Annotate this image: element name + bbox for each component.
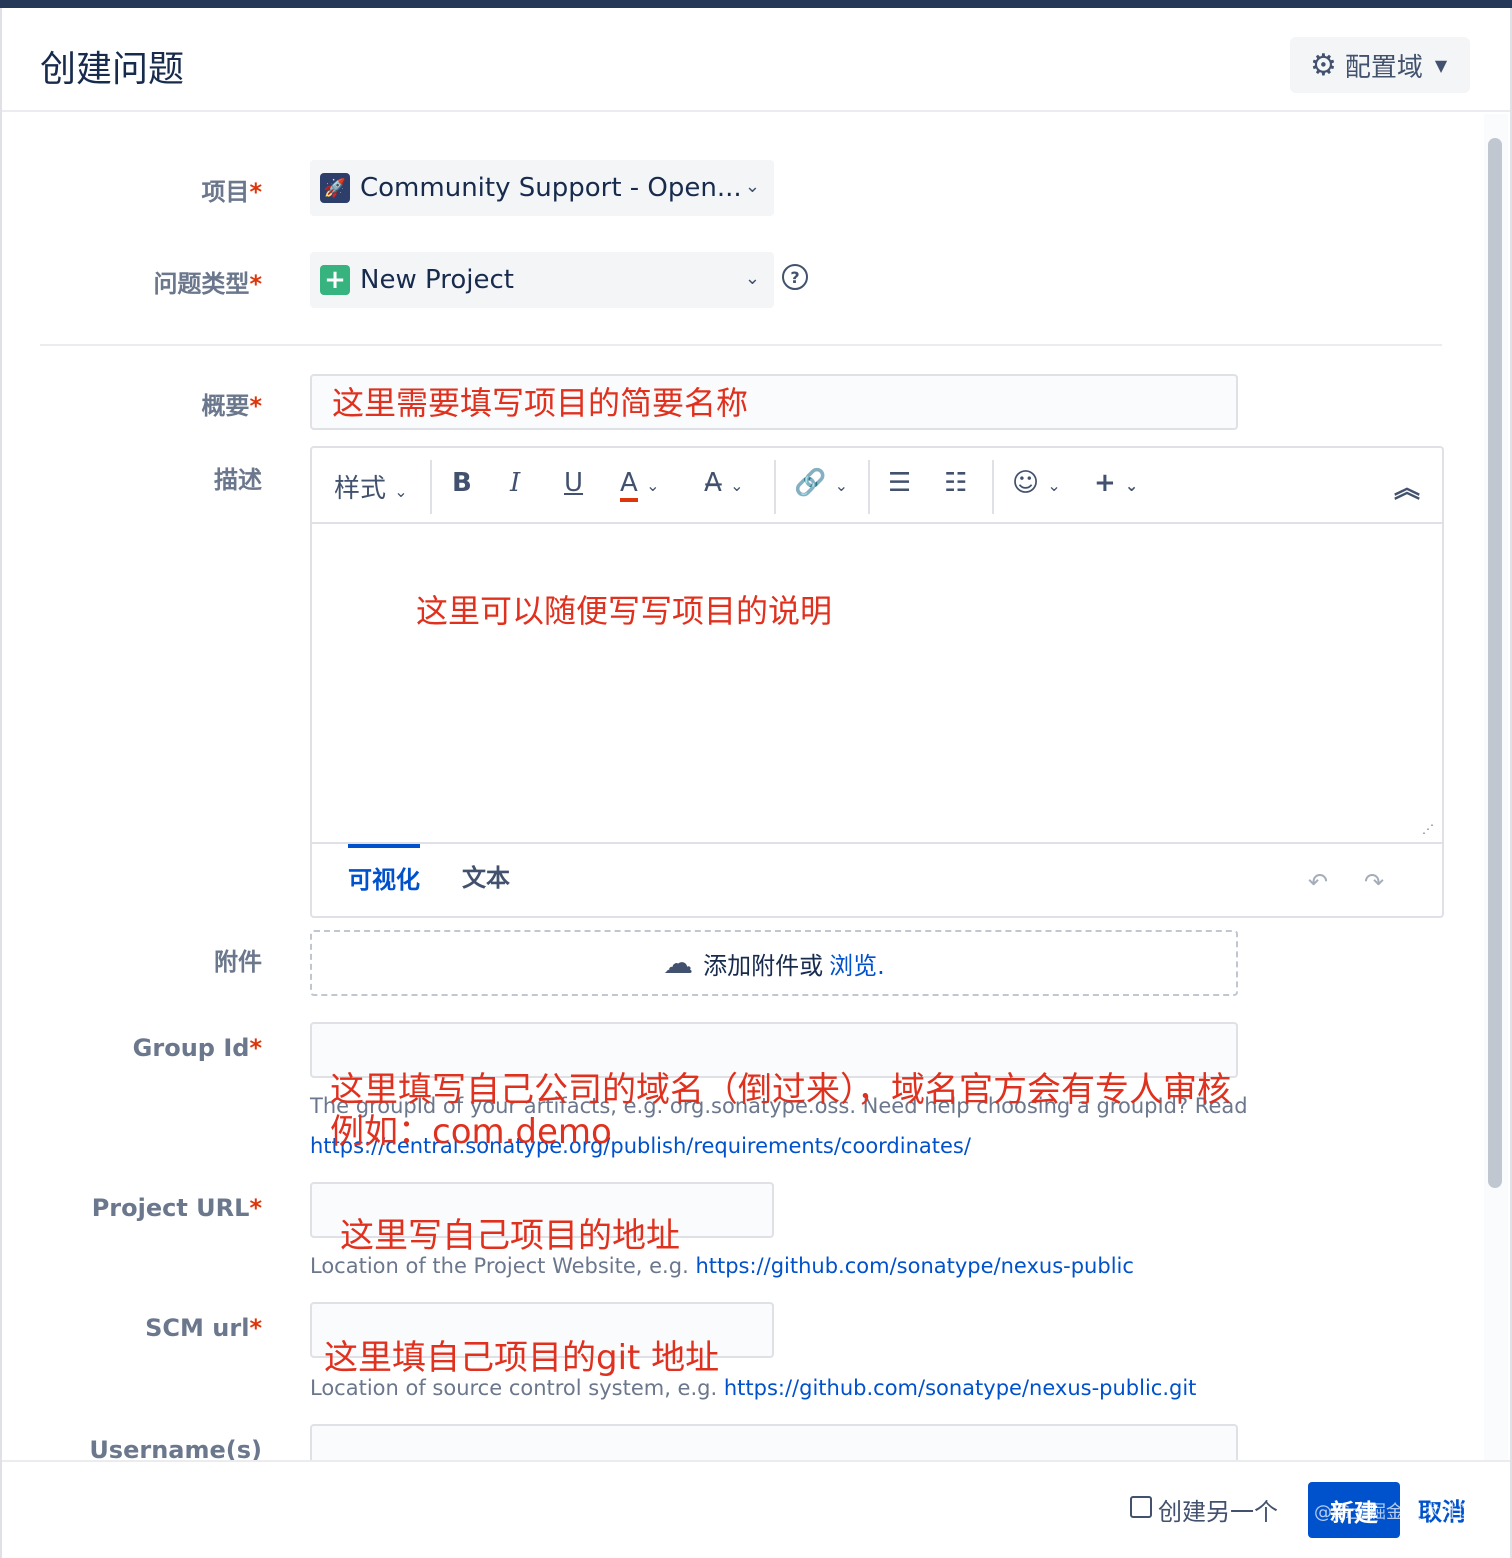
bullet-list-icon: ☰: [888, 468, 912, 498]
group-id-label: Group Id*: [132, 1034, 262, 1062]
tab-text[interactable]: 文本: [462, 858, 510, 893]
insert-more-button[interactable]: + ⌄: [1094, 468, 1138, 498]
group-id-example-annotation: 例如：com.demo: [330, 1112, 612, 1152]
issue-type-select[interactable]: + New Project ⌄: [310, 252, 774, 308]
dialog-title: 创建问题: [40, 49, 185, 90]
project-value: Community Support - Open...: [360, 173, 742, 203]
italic-button[interactable]: I: [510, 468, 520, 498]
project-url-hint: Location of the Project Website, e.g. ht…: [310, 1254, 1134, 1278]
create-another-label: 创建另一个: [1158, 1498, 1278, 1526]
dialog-body: 项目* 🚀 Community Support - Open... ⌄ 问题类型…: [2, 114, 1482, 1460]
project-label: 项目*: [201, 178, 262, 206]
chevron-down-icon: ⌄: [744, 176, 760, 197]
summary-label: 概要*: [201, 392, 262, 420]
editor-mode-tabs: 可视化 文本 ↶ ↷: [312, 842, 1442, 916]
numbered-list-button[interactable]: ☷: [944, 468, 967, 498]
divider: [40, 344, 1442, 346]
chevron-down-icon: ⌄: [744, 268, 760, 289]
toolbar-separator: [774, 460, 776, 514]
caret-down-icon: ▼: [1434, 55, 1448, 75]
text-format-button[interactable]: A̶ ⌄: [704, 468, 743, 498]
cloud-upload-icon: ☁: [663, 945, 694, 981]
text-color-button[interactable]: A ⌄: [620, 468, 659, 502]
link-icon: 🔗: [794, 468, 827, 498]
dialog-header: 创建问题 ⚙ 配置域 ▼: [2, 8, 1510, 112]
toolbar-separator: [992, 460, 994, 514]
usernames-label: Username(s): [89, 1436, 262, 1460]
configure-fields-label: 配置域: [1344, 52, 1423, 83]
toolbar-separator: [430, 460, 432, 514]
toolbar-separator: [868, 460, 870, 514]
plus-icon: +: [320, 265, 350, 295]
top-bar: [0, 0, 1512, 8]
project-select[interactable]: 🚀 Community Support - Open... ⌄: [310, 160, 774, 216]
plus-icon: +: [1094, 468, 1116, 498]
undo-icon[interactable]: ↶: [1308, 868, 1328, 896]
summary-annotation: 这里需要填写项目的简要名称: [332, 384, 749, 422]
create-another-checkbox[interactable]: [1130, 1496, 1152, 1518]
project-url-label: Project URL*: [91, 1194, 262, 1222]
redo-icon[interactable]: ↷: [1364, 868, 1384, 896]
bold-button[interactable]: B: [452, 468, 472, 498]
issue-type-label: 问题类型*: [153, 270, 262, 298]
collapse-toolbar-button[interactable]: ︽: [1394, 468, 1420, 505]
emoji-button[interactable]: ☺ ⌄: [1012, 468, 1061, 498]
description-editor: 样式 ⌄ B I U A ⌄ A̶ ⌄ 🔗 ⌄ ☰ ☷ ☺ ⌄ + ⌄ ︽ ⋰: [310, 446, 1444, 918]
text-format-icon: A̶: [704, 468, 722, 498]
project-url-hint-link[interactable]: https://github.com/sonatype/nexus-public: [695, 1254, 1133, 1278]
issue-type-value: New Project: [360, 265, 514, 295]
scm-url-label: SCM url*: [145, 1314, 262, 1342]
bullet-list-button[interactable]: ☰: [888, 468, 911, 498]
usernames-input[interactable]: [310, 1424, 1238, 1460]
browse-link[interactable]: 浏览.: [829, 946, 885, 981]
project-url-annotation: 这里写自己项目的地址: [340, 1216, 680, 1256]
dialog-footer: 创建另一个 新建 取消 @稀土掘金技术社区: [2, 1460, 1510, 1558]
watermark: @稀土掘金技术社区: [1314, 1502, 1476, 1523]
gear-icon: ⚙: [1310, 47, 1337, 83]
scm-url-hint: Location of source control system, e.g. …: [310, 1376, 1197, 1400]
resize-handle[interactable]: ⋰: [1422, 822, 1434, 836]
style-dropdown[interactable]: 样式 ⌄: [334, 468, 408, 505]
tab-visual[interactable]: 可视化: [348, 844, 420, 895]
create-issue-dialog: 创建问题 ⚙ 配置域 ▼ 项目* 🚀 Community Support - O…: [0, 8, 1512, 1558]
emoji-icon: ☺: [1012, 468, 1040, 498]
chevron-double-up-icon: ︽: [1394, 474, 1421, 504]
attachment-text: 添加附件或: [703, 951, 824, 980]
scm-url-annotation: 这里填自己项目的git 地址: [324, 1338, 720, 1378]
scrollbar-thumb[interactable]: [1488, 138, 1502, 1188]
configure-fields-button[interactable]: ⚙ 配置域 ▼: [1290, 37, 1470, 93]
rocket-icon: 🚀: [320, 173, 350, 203]
attachment-label: 附件: [214, 948, 262, 976]
description-annotation: 这里可以随便写写项目的说明: [416, 592, 833, 630]
scm-url-hint-link[interactable]: https://github.com/sonatype/nexus-public…: [724, 1376, 1197, 1400]
description-textarea[interactable]: ⋰: [312, 526, 1442, 842]
underline-button[interactable]: U: [564, 468, 583, 498]
link-button[interactable]: 🔗 ⌄: [794, 468, 848, 498]
description-label: 描述: [214, 466, 262, 494]
attachment-dropzone[interactable]: ☁ 添加附件或 浏览.: [310, 930, 1238, 996]
help-icon[interactable]: ?: [782, 264, 808, 290]
numbered-list-icon: ☷: [944, 468, 968, 498]
editor-toolbar: 样式 ⌄ B I U A ⌄ A̶ ⌄ 🔗 ⌄ ☰ ☷ ☺ ⌄ + ⌄ ︽: [312, 448, 1442, 524]
